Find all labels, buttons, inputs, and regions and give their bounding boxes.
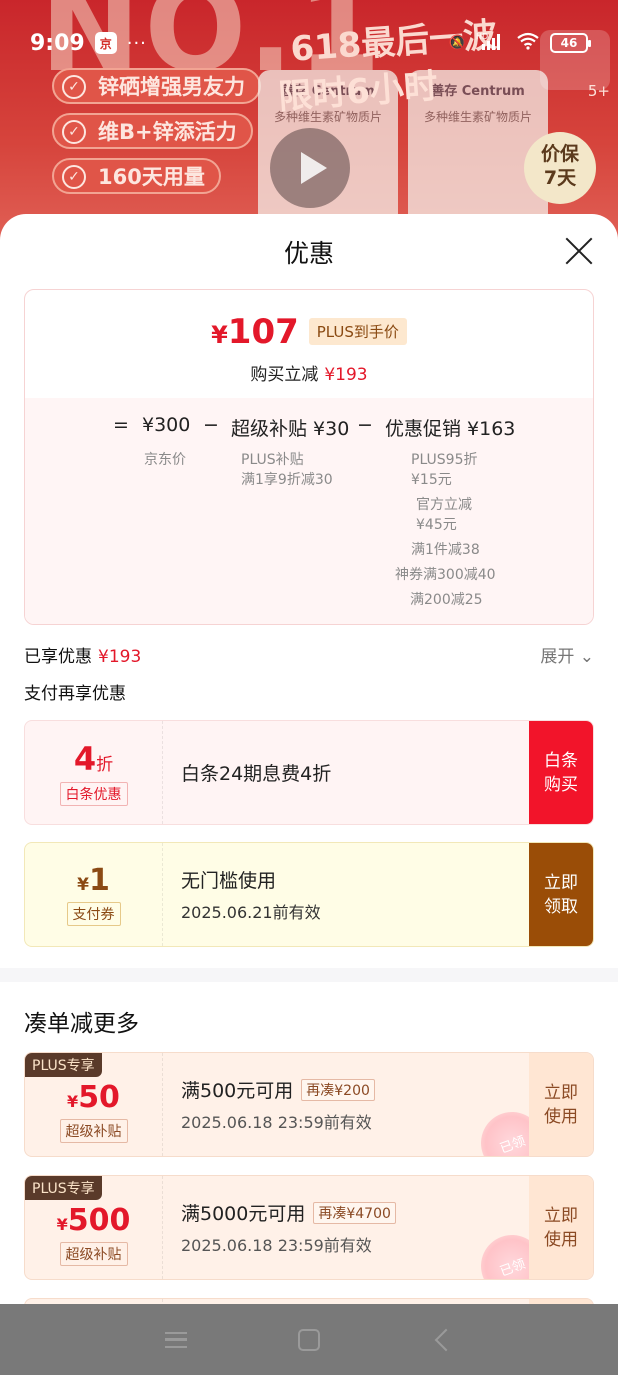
card-top: ¥107 PLUS到手价 购买立减 ¥193 <box>25 290 593 398</box>
back-icon[interactable] <box>422 1320 462 1360</box>
coupon-tag: 支付券 <box>66 902 121 926</box>
mute-icon: 🔕 <box>448 35 466 51</box>
status-bar: 9:09 京 ··· 🔕 HD 46 <box>0 0 618 86</box>
signal-icon: HD <box>476 31 506 55</box>
plus-price-tag: PLUS到手价 <box>308 318 407 345</box>
promo-item: 满1件减38 <box>411 542 480 558</box>
instant-reduction: 购买立减 ¥193 <box>250 365 368 385</box>
coupon-desc: 无门槛使用 2025.06.21前有效 <box>181 870 321 922</box>
use-now-button[interactable]: 立即 使用 <box>529 1176 593 1279</box>
promo-item: PLUS95折 <box>411 452 478 468</box>
coupon-tag: 超级补贴 <box>59 1242 128 1266</box>
benefit-pill-2: ✓ 维B+锌添活力 <box>52 113 253 149</box>
more-dots: ··· <box>126 32 147 54</box>
calc-area: = ¥300 − 超级补贴 ¥30 − 优惠促销 ¥163 京东价 PLUS补贴… <box>25 398 593 624</box>
sheet-title: 优惠 <box>283 239 334 268</box>
final-price-row: ¥107 PLUS到手价 <box>25 290 593 352</box>
plus-coupon[interactable]: PLUS专享 ¥50 超级补贴 满500元可用 再凑¥200 2025.06.18… <box>24 1052 594 1157</box>
coupon-tag: 超级补贴 <box>59 1119 128 1143</box>
baitiao-coupon[interactable]: 4折 白条优惠 白条24期息费4折 白条 购买 <box>24 720 594 825</box>
jd-app-icon: 京 <box>94 32 117 54</box>
coupon-desc: 白条24期息费4折 <box>181 763 332 785</box>
use-now-button[interactable]: 立即 使用 <box>529 1053 593 1156</box>
baitiao-buy-button[interactable]: 白条 购买 <box>529 721 593 824</box>
plus-subsidy-detail: 满1享9折减30 <box>241 472 333 488</box>
coupon-value: PLUS专享 ¥50 超级补贴 <box>25 1053 163 1156</box>
wifi-icon <box>516 32 540 54</box>
check-icon: ✓ <box>62 120 86 144</box>
add-more-tag: 再凑¥4700 <box>313 1201 396 1224</box>
promo-item: ¥45元 <box>416 517 457 533</box>
check-icon: ✓ <box>62 165 86 189</box>
promo-item: 满200减25 <box>410 592 483 608</box>
coupon-tag: 白条优惠 <box>59 781 128 806</box>
coupon-value: ¥1 支付券 <box>25 843 163 946</box>
equals-sign: = <box>113 414 129 436</box>
pay-more-title: 支付再享优惠 <box>24 684 126 704</box>
coupon-value: 4折 白条优惠 <box>25 721 163 824</box>
system-nav-bar <box>0 1304 618 1375</box>
plus-coupon[interactable]: PLUS专享 ¥500 超级补贴 满5000元可用 再凑¥4700 2025.06… <box>24 1175 594 1280</box>
play-video-button[interactable] <box>270 128 350 208</box>
svg-text:HD: HD <box>476 32 488 41</box>
home-icon[interactable] <box>289 1320 329 1360</box>
plus-exclusive-flag: PLUS专享 <box>25 1053 102 1077</box>
add-more-tag: 再凑¥200 <box>301 1078 375 1101</box>
minus-sign: − <box>203 414 219 436</box>
jd-price-label: 京东价 <box>144 452 186 468</box>
super-subsidy: 超级补贴 ¥30 <box>231 418 350 440</box>
minus-sign: − <box>357 414 373 436</box>
claim-button[interactable]: 立即 领取 <box>529 843 593 946</box>
price-formula: = ¥300 − 超级补贴 ¥30 − 优惠促销 ¥163 <box>25 414 593 444</box>
price-breakdown-card: ¥107 PLUS到手价 购买立减 ¥193 = ¥300 − 超级补贴 ¥30 … <box>24 289 594 625</box>
coupon-value: PLUS专享 ¥500 超级补贴 <box>25 1176 163 1279</box>
enjoyed-discount: 已享优惠 ¥193 <box>24 647 142 667</box>
promo-item: 神券满300减40 <box>395 567 496 583</box>
price-guard-badge: 价保 7天 <box>524 132 596 204</box>
status-time: 9:09 <box>30 30 85 56</box>
section-divider <box>0 968 618 982</box>
pay-coupon[interactable]: ¥1 支付券 无门槛使用 2025.06.21前有效 立即 领取 <box>24 842 594 947</box>
coupon-desc: 满5000元可用 再凑¥4700 2025.06.18 23:59前有效 <box>163 1176 529 1279</box>
coupon-desc: 满500元可用 再凑¥200 2025.06.18 23:59前有效 <box>163 1053 529 1156</box>
promo-total: 优惠促销 ¥163 <box>385 418 516 440</box>
jd-price: ¥300 <box>142 414 191 436</box>
benefit-pill-3: ✓ 160天用量 <box>52 158 221 194</box>
plus-subsidy-label: PLUS补贴 <box>241 452 304 468</box>
menu-icon[interactable] <box>156 1320 196 1360</box>
expand-button[interactable]: 展开 ⌄ <box>540 642 594 667</box>
final-price: ¥107 <box>211 312 299 352</box>
status-right: 🔕 HD 46 <box>448 31 591 55</box>
close-icon[interactable] <box>564 236 594 266</box>
promo-item: ¥15元 <box>411 472 452 488</box>
battery-icon: 46 <box>550 33 591 53</box>
more-discounts-title: 凑单减更多 <box>24 1011 139 1037</box>
promo-item: 官方立减 <box>416 497 472 513</box>
discount-sheet: 优惠 ¥107 PLUS到手价 购买立减 ¥193 = ¥300 − 超级补贴 ¥… <box>0 214 618 1304</box>
plus-exclusive-flag: PLUS专享 <box>25 1176 102 1200</box>
